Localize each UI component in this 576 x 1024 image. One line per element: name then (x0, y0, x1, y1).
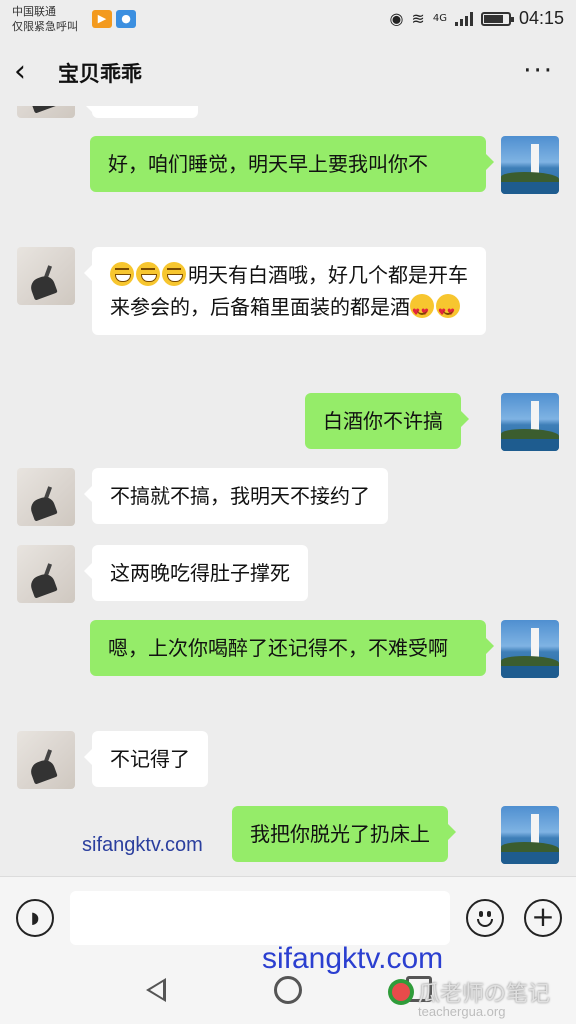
video-app-icon: ▶ (92, 10, 112, 28)
nav-home-icon[interactable] (274, 976, 302, 1004)
message-text: 这两晚吃得肚子撑死 (110, 561, 290, 585)
eye-comfort-icon: ◉ (389, 9, 404, 28)
message-text: 好，咱们睡觉，明天早上要我叫你不 (108, 152, 428, 176)
nav-back-icon[interactable] (146, 978, 166, 1002)
avatar[interactable] (501, 806, 559, 864)
message-bubble-received[interactable]: 不记得了 (84, 731, 208, 787)
message-text: 嗯，上次你喝醉了还记得不，不难受啊 (108, 636, 448, 660)
avatar[interactable] (17, 468, 75, 526)
message-bubble-received[interactable]: 明天有白酒哦，好几个都是开车来参会的，后备箱里面装的都是酒 (84, 247, 486, 335)
avatar[interactable] (17, 731, 75, 789)
heart-eyes-emoji-icon (436, 294, 460, 329)
clock: 04:15 (518, 8, 564, 28)
plus-icon[interactable]: + (524, 899, 562, 937)
avatar[interactable] (501, 620, 559, 678)
chat-area[interactable]: 好，咱们睡觉，明天早上要我叫你不 明天有白酒哦，好几个都是开车来参会的，后备箱里… (0, 106, 576, 876)
watermark-text: sifangktv.com (82, 834, 203, 856)
app-notification-icon: ● (116, 10, 136, 28)
voice-icon[interactable]: ◗ (16, 899, 54, 937)
chevron-left-icon[interactable]: ‹ (14, 54, 46, 90)
status-bar: 中国联通 仅限紧急呼叫 ▶ ● ◉ ≋ 4G 04:15 (0, 0, 576, 40)
message-bubble-sent[interactable]: 白酒你不许搞 (305, 393, 469, 449)
avatar[interactable] (17, 106, 75, 118)
message-bubble-partial (84, 106, 198, 118)
signal-icon (454, 11, 473, 26)
page-title: 宝贝乖乖 (58, 62, 142, 86)
message-bubble-sent[interactable]: 我把你脱光了扔床上 (232, 806, 456, 862)
network-type: 4G (432, 13, 447, 24)
carrier-info: 中国联通 仅限紧急呼叫 (12, 4, 78, 34)
battery-icon (480, 11, 514, 26)
watermark-text-large: sifangktv.com (262, 942, 444, 975)
notification-icons: ▶ ● (92, 10, 136, 28)
carrier-name: 中国联通 (12, 5, 56, 18)
message-bubble-sent[interactable]: 好，咱们睡觉，明天早上要我叫你不 (90, 136, 494, 192)
grin-emoji-icon (162, 262, 186, 286)
avatar[interactable] (501, 393, 559, 451)
message-bubble-sent[interactable]: 嗯，上次你喝醉了还记得不，不难受啊 (90, 620, 494, 676)
avatar[interactable] (17, 247, 75, 305)
message-text: 我把你脱光了扔床上 (250, 822, 430, 846)
message-input[interactable] (70, 891, 450, 945)
grin-emoji-icon (136, 262, 160, 286)
status-right: ◉ ≋ 4G 04:15 (389, 8, 564, 29)
message-text: 不记得了 (110, 747, 190, 771)
message-bubble-received[interactable]: 这两晚吃得肚子撑死 (84, 545, 308, 601)
chat-header: ‹ 宝贝乖乖 ··· (0, 40, 576, 106)
avatar[interactable] (17, 545, 75, 603)
watermark-site: teachergua.org (418, 1004, 506, 1019)
avatar[interactable] (501, 136, 559, 194)
message-text: 白酒你不许搞 (323, 409, 443, 433)
carrier-status: 仅限紧急呼叫 (12, 20, 78, 33)
message-bubble-received[interactable]: 不搞就不搞，我明天不接约了 (84, 468, 388, 524)
message-text: 不搞就不搞，我明天不接约了 (110, 484, 370, 508)
more-dots-icon[interactable]: ··· (523, 58, 554, 84)
watermelon-icon (388, 979, 414, 1005)
wifi-icon: ≋ (411, 9, 425, 28)
heart-eyes-emoji-icon (410, 294, 434, 329)
grin-emoji-icon (110, 262, 134, 286)
emoji-icon[interactable] (466, 899, 504, 937)
